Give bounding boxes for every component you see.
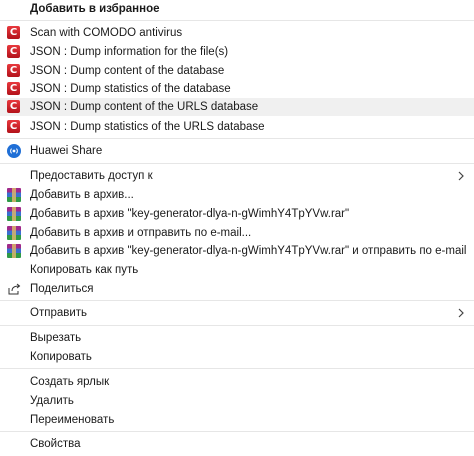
menu-item-send-to[interactable]: Отправить — [0, 304, 474, 322]
menu-item-add-archive-named-email[interactable]: Добавить в архив "key-generator-dlya-n-g… — [0, 242, 474, 260]
winrar-icon — [6, 206, 21, 221]
menu-item-rename[interactable]: Переименовать — [0, 411, 474, 429]
comodo-icon: C — [6, 99, 21, 114]
menu-item-label: JSON : Dump information for the file(s) — [30, 46, 229, 58]
menu-item-json-dump-urls-stats[interactable]: C JSON : Dump statistics of the URLS dat… — [0, 118, 474, 136]
menu-item-label: Поделиться — [30, 283, 94, 295]
menu-item-huawei-share[interactable]: Huawei Share — [0, 142, 474, 160]
comodo-icon: C — [6, 25, 21, 40]
menu-separator — [0, 138, 474, 139]
context-menu: Добавить в избранное C Scan with COMODO … — [0, 0, 474, 456]
menu-item-add-favorites[interactable]: Добавить в избранное — [0, 0, 474, 18]
menu-item-json-dump-info[interactable]: C JSON : Dump information for the file(s… — [0, 43, 474, 61]
menu-separator — [0, 163, 474, 164]
menu-item-label: Копировать как путь — [30, 264, 139, 276]
menu-item-create-shortcut[interactable]: Создать ярлык — [0, 373, 474, 391]
menu-item-label: JSON : Dump statistics of the URLS datab… — [30, 121, 265, 133]
menu-item-comodo-scan[interactable]: C Scan with COMODO antivirus — [0, 24, 474, 42]
menu-item-label: Добавить в архив и отправить по e-mail..… — [30, 227, 252, 239]
menu-item-properties[interactable]: Свойства — [0, 435, 474, 453]
menu-item-label: Переименовать — [30, 414, 115, 426]
menu-separator — [0, 300, 474, 301]
menu-separator — [0, 20, 474, 21]
menu-separator — [0, 325, 474, 326]
menu-item-cut[interactable]: Вырезать — [0, 329, 474, 347]
menu-item-label: Создать ярлык — [30, 376, 110, 388]
menu-item-label: Копировать — [30, 351, 92, 363]
menu-item-add-archive-named[interactable]: Добавить в архив "key-generator-dlya-n-g… — [0, 205, 474, 223]
share-icon — [6, 281, 21, 296]
menu-item-label: Добавить в архив... — [30, 189, 134, 201]
menu-item-label: JSON : Dump content of the database — [30, 65, 225, 77]
menu-item-label: Удалить — [30, 395, 74, 407]
menu-separator — [0, 431, 474, 432]
winrar-icon — [6, 243, 21, 258]
menu-item-label: JSON : Dump content of the URLS database — [30, 101, 259, 113]
chevron-right-icon — [458, 308, 464, 318]
menu-item-label: Свойства — [30, 438, 81, 450]
menu-item-copy-path[interactable]: Копировать как путь — [0, 261, 474, 279]
menu-item-label: JSON : Dump statistics of the database — [30, 83, 231, 95]
menu-item-label: Huawei Share — [30, 145, 103, 157]
menu-item-add-archive-email[interactable]: Добавить в архив и отправить по e-mail..… — [0, 224, 474, 242]
menu-item-label: Добавить в избранное — [30, 3, 160, 15]
menu-item-label: Scan with COMODO antivirus — [30, 27, 183, 39]
menu-item-label: Вырезать — [30, 332, 82, 344]
comodo-icon: C — [6, 119, 21, 134]
menu-item-share[interactable]: Поделиться — [0, 280, 474, 298]
menu-item-label: Добавить в архив "key-generator-dlya-n-g… — [30, 245, 467, 257]
menu-item-json-dump-db[interactable]: C JSON : Dump content of the database — [0, 62, 474, 80]
menu-item-json-dump-urls[interactable]: C JSON : Dump content of the URLS databa… — [0, 98, 474, 116]
winrar-icon — [6, 187, 21, 202]
menu-item-copy[interactable]: Копировать — [0, 348, 474, 366]
menu-item-add-archive[interactable]: Добавить в архив... — [0, 186, 474, 204]
menu-separator — [0, 368, 474, 369]
comodo-icon: C — [6, 81, 21, 96]
winrar-icon — [6, 225, 21, 240]
menu-item-label: Предоставить доступ к — [30, 170, 153, 182]
menu-item-grant-access[interactable]: Предоставить доступ к — [0, 167, 474, 185]
menu-item-label: Отправить — [30, 307, 88, 319]
menu-item-delete[interactable]: Удалить — [0, 392, 474, 410]
comodo-icon: C — [6, 63, 21, 78]
chevron-right-icon — [458, 171, 464, 181]
menu-item-label: Добавить в архив "key-generator-dlya-n-g… — [30, 208, 350, 220]
menu-item-json-dump-stats[interactable]: C JSON : Dump statistics of the database — [0, 80, 474, 98]
huawei-share-icon — [6, 143, 21, 158]
comodo-icon: C — [6, 44, 21, 59]
